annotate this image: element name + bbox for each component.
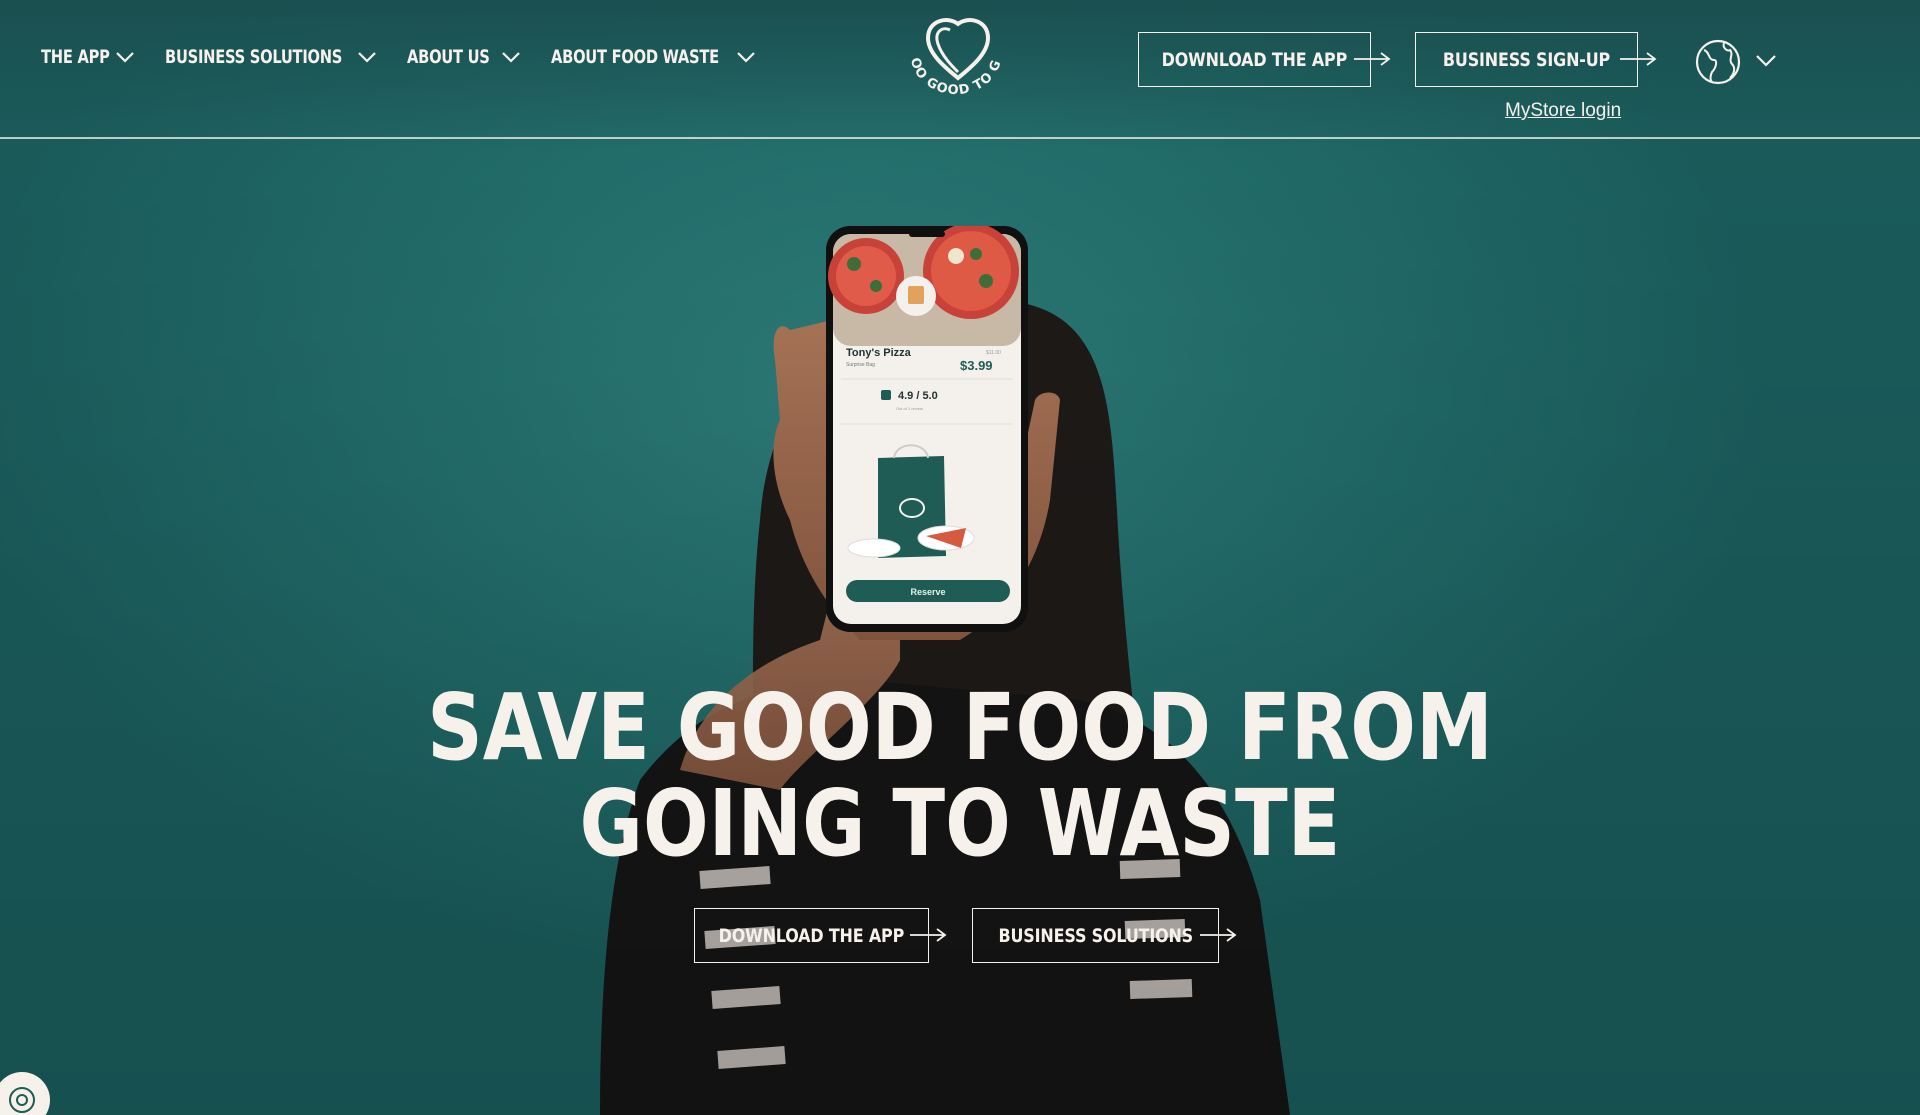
chevron-down-icon (357, 52, 376, 63)
nav-item-about-food-waste[interactable]: ABOUT FOOD WASTE (551, 46, 756, 68)
hero-download-app-label: DOWNLOAD THE APP (718, 924, 905, 947)
mystore-login-link[interactable]: MyStore login (1505, 100, 1621, 122)
download-app-button[interactable]: DOWNLOAD THE APP (1138, 32, 1371, 87)
headline-line-1: SAVE GOOD FOOD FROM (427, 674, 1493, 781)
nav-item-about-us[interactable]: ABOUT US (407, 46, 521, 68)
settings-icon (9, 1087, 35, 1113)
nav-item-label: BUSINESS SOLUTIONS (164, 46, 342, 68)
hero-headline: SAVE GOOD FOOD FROM GOING TO WASTE (0, 680, 1920, 872)
arrow-right-icon (1620, 52, 1657, 66)
svg-text:Reserve: Reserve (910, 587, 945, 597)
business-signup-button[interactable]: BUSINESS SIGN-UP (1415, 32, 1638, 87)
nav-item-business-solutions[interactable]: BUSINESS SOLUTIONS (165, 46, 377, 68)
hero-business-solutions-button[interactable]: BUSINESS SOLUTIONS (972, 908, 1219, 963)
cookie-settings-button[interactable] (0, 1072, 50, 1115)
hero-download-app-button[interactable]: DOWNLOAD THE APP (694, 908, 929, 963)
nav-item-the-app[interactable]: THE APP (41, 46, 135, 68)
svg-text:Tony's Pizza: Tony's Pizza (846, 347, 912, 359)
nav-item-label: ABOUT US (406, 46, 490, 68)
phone-mockup: Tony's Pizza Surprise Bag $11.00 $3.99 4… (826, 226, 1028, 632)
arrow-right-icon (910, 928, 947, 942)
chevron-down-icon (116, 52, 134, 63)
svg-text:Out of 1 review: Out of 1 review (896, 406, 923, 411)
svg-text:4.9 / 5.0: 4.9 / 5.0 (898, 390, 938, 402)
arrow-right-icon (1200, 928, 1237, 942)
svg-text:$3.99: $3.99 (960, 358, 993, 373)
download-app-label: DOWNLOAD THE APP (1161, 48, 1348, 71)
too-good-to-go-logo[interactable]: TOO GOOD TO GO (894, 16, 1018, 108)
nav-item-label: THE APP (41, 46, 110, 68)
headline-line-2: GOING TO WASTE (579, 770, 1341, 877)
chevron-down-icon[interactable] (1755, 54, 1777, 67)
nav-menu: THE APP BUSINESS SOLUTIONS ABOUT US ABOU… (41, 46, 786, 68)
top-navigation: THE APP BUSINESS SOLUTIONS ABOUT US ABOU… (0, 0, 1920, 139)
hero-business-solutions-label: BUSINESS SOLUTIONS (998, 924, 1193, 947)
nav-item-label: ABOUT FOOD WASTE (550, 46, 719, 68)
globe-icon[interactable] (1694, 38, 1742, 86)
svg-text:$11.00: $11.00 (986, 350, 1001, 356)
business-signup-label: BUSINESS SIGN-UP (1442, 48, 1611, 71)
chevron-down-icon (502, 52, 520, 63)
svg-text:Surprise Bag: Surprise Bag (846, 362, 875, 368)
arrow-right-icon (1354, 52, 1391, 66)
chevron-down-icon (737, 52, 755, 63)
